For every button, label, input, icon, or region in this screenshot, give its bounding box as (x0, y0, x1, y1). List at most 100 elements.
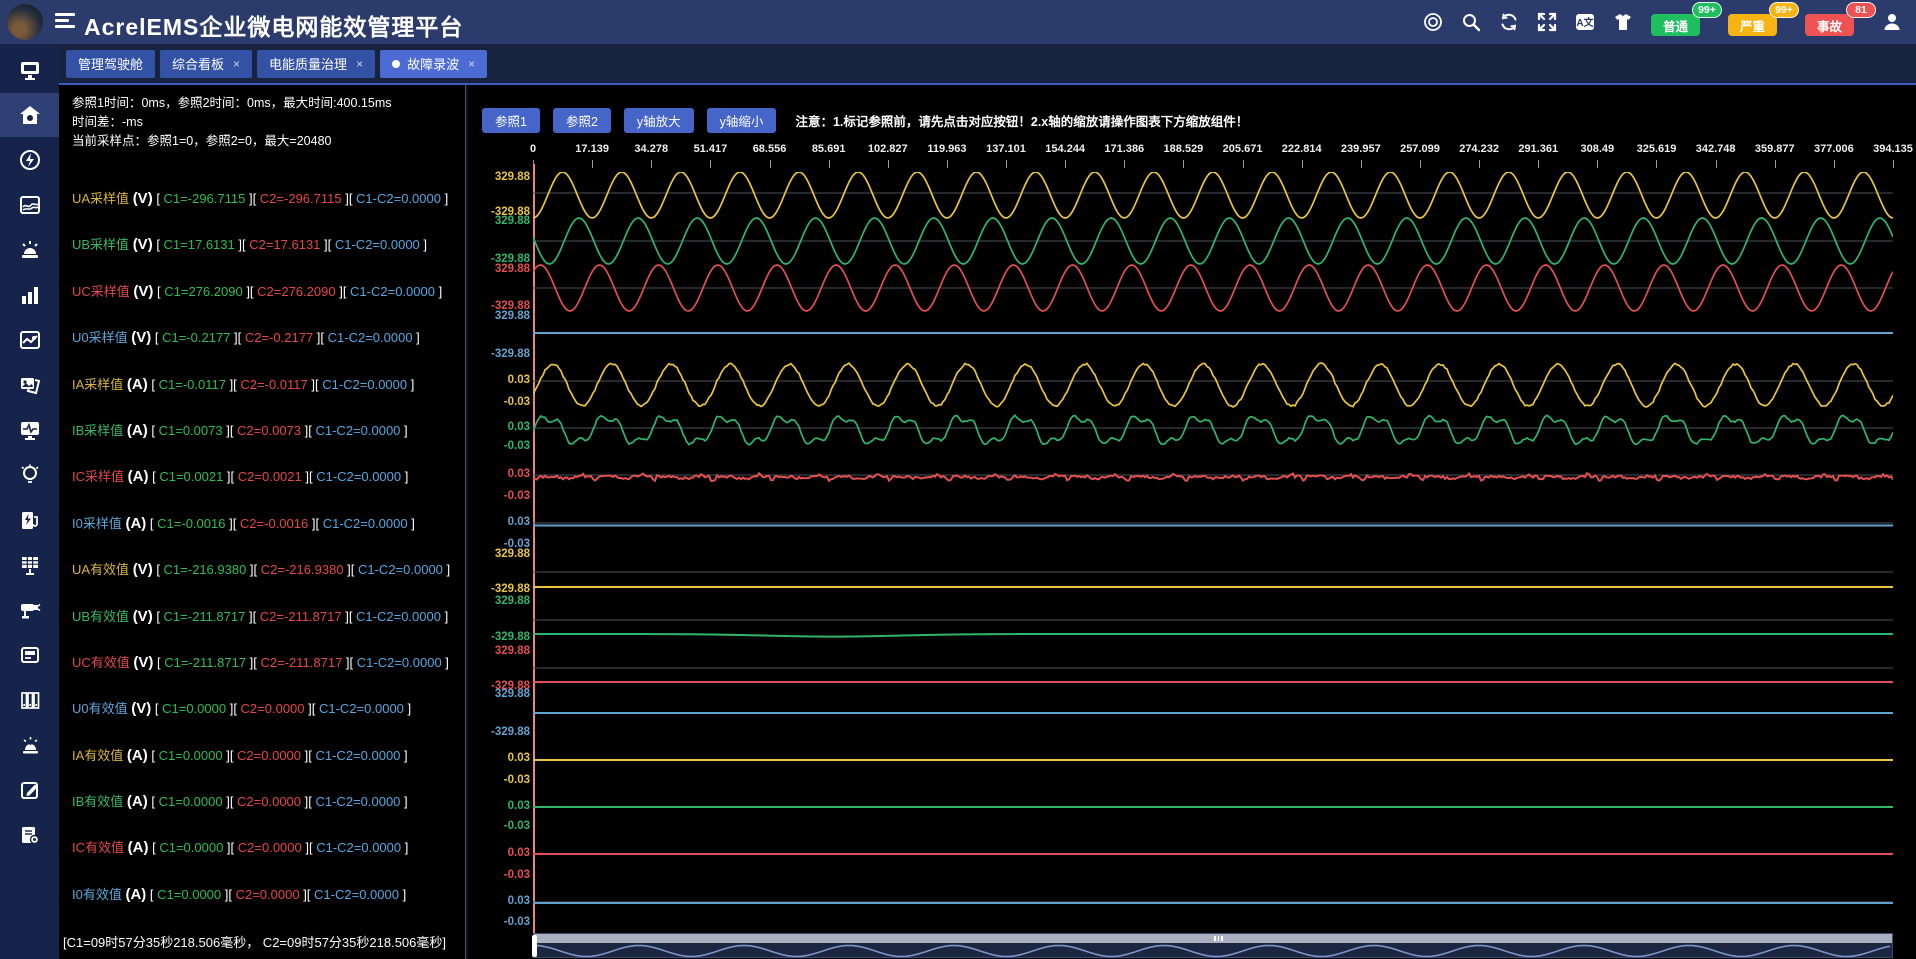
chart-button-2[interactable]: y轴放大 (624, 108, 694, 133)
report-curve-icon (19, 194, 41, 216)
menu-toggle-icon[interactable] (55, 13, 75, 31)
tab-close-icon[interactable]: × (233, 57, 240, 71)
x-axis-tick-label: 68.556 (753, 143, 787, 155)
x-axis-tick-mark (1893, 160, 1894, 168)
sidebar-item-report-curve[interactable] (0, 183, 59, 227)
channel-c2-value: C2=-0.0117 (240, 377, 307, 392)
sidebar-item-alarm-light[interactable] (0, 723, 59, 767)
sidebar-item-bar-chart[interactable] (0, 273, 59, 317)
bracket: ] (404, 701, 411, 716)
tab-1[interactable]: 综合看板× (160, 50, 252, 78)
theme-icon[interactable] (1613, 12, 1633, 32)
sidebar-item-archive-books[interactable] (0, 678, 59, 722)
x-axis-tick-mark (1479, 160, 1480, 168)
sidebar-item-energy-bolt[interactable] (0, 138, 59, 182)
channel-unit: (A) (125, 515, 146, 532)
translate-icon[interactable]: A文 (1575, 12, 1595, 32)
bracket: ] (399, 887, 406, 902)
channel-c2-value: C2=-211.8717 (260, 609, 342, 624)
sidebar-item-home[interactable] (0, 93, 59, 137)
tab-0[interactable]: 管理驾驶舱 (66, 50, 155, 78)
channel-c2-value: C2=0.0000 (236, 887, 300, 902)
sidebar-item-edit-pen[interactable] (0, 768, 59, 812)
tab-close-icon[interactable]: × (468, 57, 475, 71)
bracket: ][ (301, 423, 315, 438)
channel-row-9: UB有效值 (V) [ C1=-211.8717 ][ C2=-211.8717… (72, 606, 450, 652)
channel-c1-value: C1=-296.7115 (164, 191, 246, 206)
channel-name: I0采样值 (72, 516, 122, 531)
tab-close-icon[interactable]: × (356, 57, 363, 71)
x-axis-tick-label: 394.135 (1873, 143, 1913, 155)
avatar[interactable] (7, 4, 43, 40)
bracket: ][ (300, 887, 314, 902)
channel-name: UB有效值 (72, 609, 129, 624)
user-icon[interactable] (1882, 12, 1902, 32)
channel-c1-value: C1=0.0021 (159, 469, 223, 484)
chart-button-3[interactable]: y轴缩小 (707, 108, 777, 133)
channel-c2-value: C2=-0.2177 (245, 330, 313, 345)
y-axis-tick-label-strip4: -0.03 (468, 396, 530, 408)
tab-3[interactable]: 故障录波× (380, 50, 487, 78)
y-axis-tick-label-strip3: 329.88 (468, 310, 530, 322)
x-axis-tick-label: 188.529 (1164, 143, 1204, 155)
bracket: ][ (302, 469, 316, 484)
datazoom-selected-bar[interactable] (534, 934, 1892, 943)
y-axis-tick-label-strip7: 0.03 (468, 516, 530, 528)
chart-button-0[interactable]: 参照1 (482, 108, 540, 133)
bracket: [ (151, 794, 158, 809)
datazoom-left-handle[interactable] (532, 935, 537, 957)
channel-unit: (A) (127, 747, 148, 764)
active-tab-dot (392, 60, 400, 68)
alarm-button-1[interactable]: 严重99+ (1728, 14, 1777, 36)
waveform-plot[interactable] (533, 172, 1893, 934)
bracket: [ (151, 748, 158, 763)
sidebar-item-monitor-wave[interactable] (0, 408, 59, 452)
x-axis-tick-label: 377.006 (1814, 143, 1854, 155)
channel-c1-value: C1=-211.8717 (164, 609, 246, 624)
alarm-count-badge: 99+ (1769, 2, 1799, 18)
channel-unit: (A) (128, 468, 149, 485)
datazoom-slider[interactable] (533, 933, 1893, 958)
translate-glyph: A文 (1576, 16, 1594, 29)
sidebar-item-trend-chart[interactable] (0, 318, 59, 362)
refresh-icon[interactable] (1499, 12, 1519, 32)
sidebar-item-solar-panel[interactable] (0, 543, 59, 587)
sidebar-item-screen-monitor[interactable] (0, 48, 59, 92)
channel-diff-value: C1-C2=0.0000 (350, 284, 435, 299)
bracket: ][ (221, 887, 235, 902)
sidebar-item-doc-gear[interactable] (0, 813, 59, 857)
alarm-button-2[interactable]: 事故81 (1805, 14, 1854, 36)
search-icon[interactable] (1461, 12, 1481, 32)
bracket: ] (413, 330, 420, 345)
waveform-UA采样值 (533, 172, 1893, 218)
x-axis-tick-label: 34.278 (634, 143, 668, 155)
sidebar-item-terminal-device[interactable] (0, 633, 59, 677)
sidebar-item-bulb[interactable] (0, 453, 59, 497)
datazoom-grip-icon[interactable] (1213, 936, 1224, 941)
y-axis-tick-label-strip14: 0.03 (468, 847, 530, 859)
x-axis-tick-mark (1775, 160, 1776, 168)
sidebar-item-cctv-camera[interactable] (0, 588, 59, 632)
sidebar-item-ev-charger[interactable] (0, 498, 59, 542)
bracket: ] (408, 516, 415, 531)
alarm-button-0[interactable]: 普通99+ (1651, 14, 1700, 36)
x-axis-tick-label: 102.827 (868, 143, 908, 155)
sidebar-item-alarm-siren[interactable] (0, 228, 59, 272)
chart-note: 注意：1.标记参照前，请先点击对应按钮！2.x轴的缩放请操作图表下方缩放组件！ (795, 111, 1248, 130)
channel-c2-value: C2=17.6131 (249, 237, 320, 252)
fullscreen-icon[interactable] (1537, 12, 1557, 32)
bracket: [ (156, 191, 163, 206)
alarm-siren-icon (19, 239, 41, 261)
x-axis-tick-label: 137.101 (986, 143, 1026, 155)
y-axis-tick-label-strip9: -329.88 (468, 631, 530, 643)
x-axis-tick-label: 17.139 (575, 143, 609, 155)
support-icon[interactable] (1423, 12, 1443, 32)
sidebar-item-gallery[interactable] (0, 363, 59, 407)
y-axis-tick-label-strip11: -329.88 (468, 726, 530, 738)
bracket: ][ (302, 840, 316, 855)
channel-diff-value: C1-C2=0.0000 (315, 423, 400, 438)
bracket: ][ (225, 516, 239, 531)
chart-button-1[interactable]: 参照2 (553, 108, 611, 133)
archive-books-icon (19, 689, 41, 711)
tab-2[interactable]: 电能质量治理× (257, 50, 375, 78)
